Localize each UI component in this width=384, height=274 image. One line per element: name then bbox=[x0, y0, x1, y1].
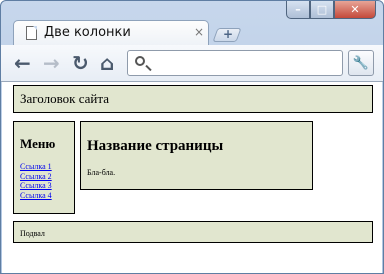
main-content: Название страницы Бла-бла. bbox=[80, 121, 313, 190]
address-input[interactable] bbox=[152, 53, 342, 75]
footer-text: Подвал bbox=[20, 229, 45, 238]
page-icon bbox=[26, 26, 37, 40]
reload-button[interactable]: ↻ bbox=[72, 53, 89, 73]
back-button[interactable]: ← bbox=[14, 53, 31, 73]
tab-title: Две колонки bbox=[44, 25, 131, 40]
wrench-button[interactable]: 🔧 bbox=[348, 50, 374, 76]
window-controls: – □ ✕ bbox=[286, 1, 376, 21]
page-title: Название страницы bbox=[87, 138, 224, 154]
close-window-button[interactable]: ✕ bbox=[334, 1, 376, 19]
sidebar-links: Ссылка 1 Ссылка 2 Ссылка 3 Ссылка 4 bbox=[20, 162, 52, 200]
sidebar: Меню Ссылка 1 Ссылка 2 Ссылка 3 Ссылка 4 bbox=[13, 121, 75, 214]
page-text: Бла-бла. bbox=[87, 168, 116, 177]
page-viewport: Заголовок сайта Меню Ссылка 1 Ссылка 2 С… bbox=[2, 82, 382, 273]
sidebar-title: Меню bbox=[20, 136, 56, 151]
browser-tab[interactable]: Две колонки × bbox=[13, 20, 209, 46]
home-button[interactable]: ⌂ bbox=[100, 53, 114, 73]
tab-close-icon[interactable]: × bbox=[194, 25, 204, 39]
sidebar-link-1[interactable]: Ссылка 1 bbox=[20, 162, 52, 172]
wrench-icon: 🔧 bbox=[352, 55, 370, 71]
forward-button[interactable]: → bbox=[43, 53, 60, 73]
site-footer: Подвал bbox=[13, 221, 373, 243]
site-header: Заголовок сайта bbox=[13, 85, 373, 113]
sidebar-link-2[interactable]: Ссылка 2 bbox=[20, 172, 52, 182]
site-header-text: Заголовок сайта bbox=[20, 91, 109, 106]
browser-toolbar: ← → ↻ ⌂ 🔧 bbox=[1, 45, 383, 82]
search-icon bbox=[135, 56, 145, 66]
browser-window: – □ ✕ Две колонки × + ← → ↻ ⌂ 🔧 Заголово… bbox=[0, 0, 384, 274]
maximize-button[interactable]: □ bbox=[310, 1, 334, 19]
sidebar-link-4[interactable]: Ссылка 4 bbox=[20, 191, 52, 201]
minimize-button[interactable]: – bbox=[286, 1, 310, 19]
plus-icon[interactable]: + bbox=[223, 27, 233, 41]
sidebar-link-3[interactable]: Ссылка 3 bbox=[20, 181, 52, 191]
omnibox[interactable] bbox=[127, 50, 343, 76]
